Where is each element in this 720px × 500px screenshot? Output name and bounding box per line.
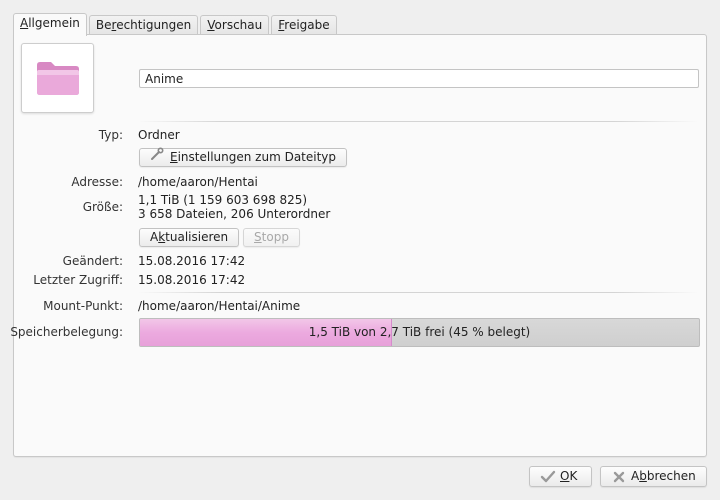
storage-usage-text: 1,5 TiB von 2,7 TiB frei (45 % belegt) [308,325,531,339]
wrench-icon [150,147,164,166]
type-label: Typ: [98,128,123,142]
mount-value: /home/aaron/Hentai/Anime [138,299,301,313]
size-label: Größe: [82,200,123,214]
modified-label: Geändert: [62,254,123,268]
size-value: 1,1 TiB (1 159 603 698 825) [138,193,308,207]
check-icon [540,470,556,490]
type-value: Ordner [138,128,180,142]
name-input[interactable] [139,69,699,88]
address-value: /home/aaron/Hentai [138,175,258,189]
general-panel: Typ: Ordner Einstellungen zum Dateityp A… [10,34,707,457]
close-icon [612,470,626,490]
tab-permissions[interactable]: Berechtigungen [88,15,199,36]
tab-bar: Allgemein Berechtigungen Vorschau Freiga… [13,13,339,36]
mount-label: Mount-Punkt: [43,299,123,313]
address-label: Adresse: [71,175,123,189]
tab-sharing[interactable]: Freigabe [271,15,337,36]
separator [138,292,698,293]
ok-button[interactable]: OK [529,466,592,487]
modified-value: 15.08.2016 17:42 [138,254,246,268]
accessed-label: Letzter Zugriff: [33,273,123,287]
storage-usage-bar: 1,5 TiB von 2,7 TiB frei (45 % belegt) [139,318,700,347]
usage-label: Speicherbelegung: [10,325,123,339]
cancel-button[interactable]: Abbrechen [600,466,707,487]
stop-button[interactable]: Stopp [243,228,300,247]
folder-icon [37,62,79,95]
separator [138,121,698,122]
tab-preview[interactable]: Vorschau [200,15,270,36]
refresh-button[interactable]: Aktualisieren [139,228,240,247]
size-count: 3 658 Dateien, 206 Unterordner [138,207,331,221]
icon-button[interactable] [21,43,94,113]
accessed-value: 15.08.2016 17:42 [138,273,246,287]
tab-general[interactable]: Allgemein [13,13,87,36]
filetype-settings-button[interactable]: Einstellungen zum Dateityp [139,147,348,167]
